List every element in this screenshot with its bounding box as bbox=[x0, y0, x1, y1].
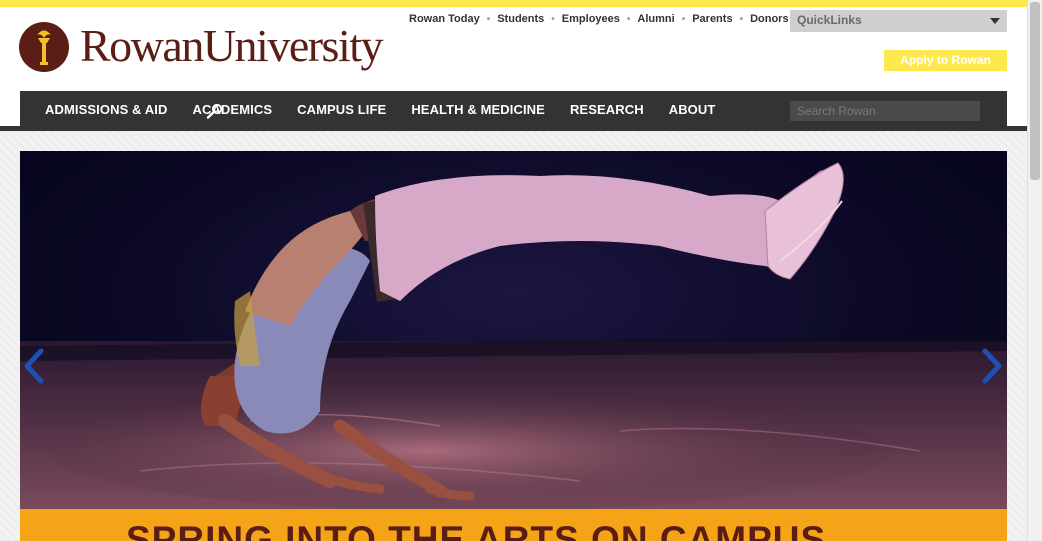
chevron-down-icon bbox=[990, 18, 1000, 24]
scrollbar-thumb[interactable] bbox=[1030, 2, 1040, 180]
utility-separator: • bbox=[551, 13, 555, 25]
nav-item-research[interactable]: RESEARCH bbox=[570, 102, 644, 117]
utility-link-parents[interactable]: Parents bbox=[692, 13, 732, 25]
chevron-right-icon[interactable] bbox=[981, 348, 1003, 384]
nav-item-about[interactable]: ABOUT bbox=[669, 102, 716, 117]
nav-item-academics[interactable]: ACADEMICS bbox=[192, 102, 272, 117]
utility-separator: • bbox=[626, 13, 631, 25]
quicklinks-label: QuickLinks bbox=[797, 13, 862, 27]
hero-caption: SPRING INTO THE ARTS ON CAMPUS bbox=[126, 519, 827, 541]
search-input[interactable] bbox=[790, 101, 980, 121]
quicklinks-dropdown[interactable]: QuickLinks bbox=[790, 10, 1007, 32]
nav-item-health-medicine[interactable]: HEALTH & MEDICINE bbox=[411, 102, 545, 117]
nav-item-campus-life[interactable]: CAMPUS LIFE bbox=[297, 102, 386, 117]
top-accent-stripe bbox=[0, 0, 1027, 7]
hero-slide-image bbox=[20, 151, 1007, 509]
rowan-logo-link[interactable]: RowanUniversity bbox=[19, 17, 384, 77]
apply-to-rowan-button[interactable]: Apply to Rowan bbox=[884, 50, 1007, 71]
university-wordmark: RowanUniversity bbox=[80, 20, 384, 71]
main-nav: ADMISSIONS & AID ACADEMICS CAMPUS LIFE H… bbox=[20, 91, 1007, 127]
utility-link-donors[interactable]: Donors bbox=[750, 13, 789, 25]
utility-nav: Rowan Today • Students • Employees • Alu… bbox=[409, 13, 789, 25]
utility-separator: • bbox=[486, 13, 491, 25]
utility-separator: • bbox=[681, 13, 686, 25]
utility-separator: • bbox=[739, 13, 744, 25]
nav-item-admissions-aid[interactable]: ADMISSIONS & AID bbox=[45, 102, 167, 117]
utility-link-alumni[interactable]: Alumni bbox=[637, 13, 674, 25]
torch-seal-icon bbox=[19, 22, 69, 72]
magnifier-icon[interactable] bbox=[206, 103, 224, 119]
hero-caption-bar[interactable]: SPRING INTO THE ARTS ON CAMPUS bbox=[20, 509, 1007, 541]
utility-link-employees[interactable]: Employees bbox=[562, 13, 620, 25]
chevron-left-icon[interactable] bbox=[23, 348, 45, 384]
utility-link-rowan-today[interactable]: Rowan Today bbox=[409, 13, 480, 25]
vertical-scrollbar[interactable] bbox=[1027, 0, 1042, 541]
utility-link-students[interactable]: Students bbox=[497, 13, 544, 25]
nav-underline bbox=[0, 126, 1027, 131]
search-box bbox=[790, 101, 980, 121]
